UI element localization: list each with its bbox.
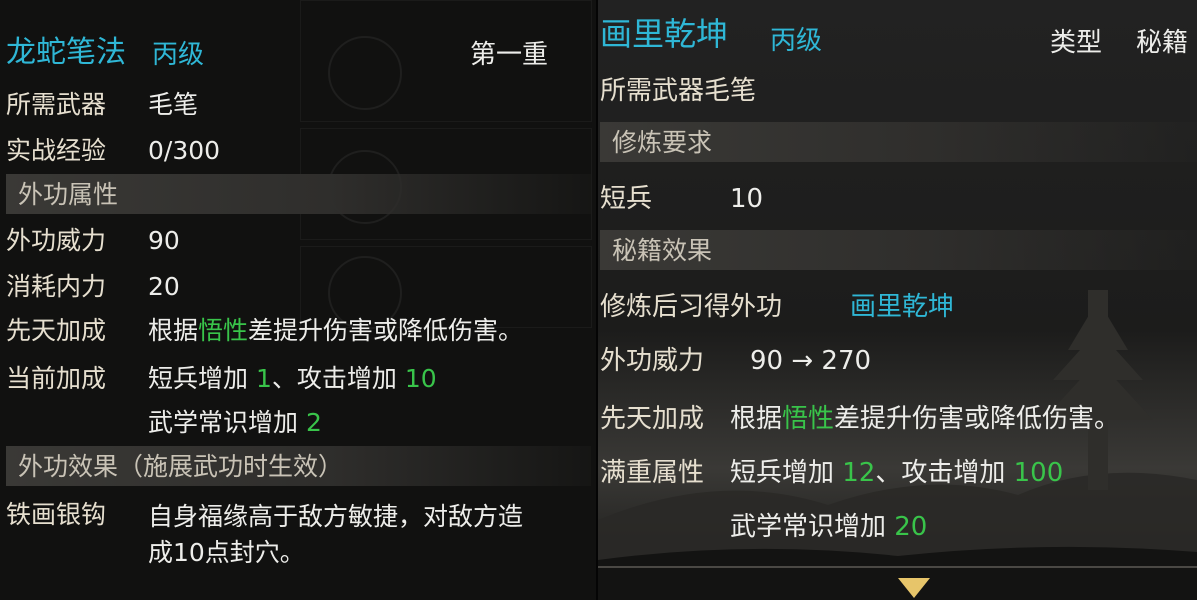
cost-value: 20 [148, 272, 180, 301]
innate-stat: 悟性 [198, 316, 249, 345]
bonus-text: 武学常识增加 [148, 408, 306, 437]
weapon-value: 毛笔 [148, 90, 199, 119]
skill-detail-panel: 龙蛇笔法 丙级 第一重 所需武器 毛笔 实战经验 0/300 外功属性 外功威力… [0, 0, 598, 600]
section-title: 修炼要求 [612, 128, 713, 157]
type-value: 秘籍 [1136, 28, 1189, 58]
effect-description: 自身福缘高于敌方敏捷，对敌方造 [148, 502, 524, 531]
bonus-value: 100 [1013, 458, 1064, 488]
innate-stat: 悟性 [782, 404, 835, 434]
full-attr-line: 短兵增加 12、攻击增加 100 [730, 460, 1063, 486]
power-value: 90 [148, 226, 180, 255]
bonus-text: 、攻击增加 [875, 458, 1014, 488]
innate-text: 差提升伤害或降低伤害。 [248, 316, 524, 345]
bonus-text: 武学常识增加 [730, 512, 895, 542]
skill-grade: 丙级 [152, 40, 205, 70]
bonus-text: 短兵增加 [148, 364, 256, 393]
innate-description: 根据悟性差提升伤害或降低伤害。 [148, 318, 523, 343]
learn-label: 修炼后习得外功 [600, 292, 783, 322]
req-label: 短兵 [600, 184, 653, 214]
current-bonus-label: 当前加成 [6, 364, 107, 393]
section-title: 外功效果（施展武功时生效） [18, 452, 344, 481]
bonus-value: 20 [894, 512, 928, 542]
effect-description: 成10点封穴。 [148, 538, 305, 567]
bonus-value: 2 [305, 408, 322, 437]
exp-value: 0/300 [148, 136, 221, 165]
power-label: 外功威力 [600, 346, 705, 376]
bonus-text: 短兵增加 [730, 458, 843, 488]
section-header-manual-effect: 秘籍效果 [600, 230, 1197, 270]
manual-grade: 丙级 [770, 26, 823, 56]
weapon-label: 所需武器 [6, 90, 107, 119]
section-title: 外功属性 [18, 180, 119, 209]
req-value: 10 [730, 184, 764, 214]
type-label: 类型 [1050, 28, 1103, 58]
bonus-value: 12 [842, 458, 876, 488]
bonus-value: 10 [404, 364, 437, 393]
manual-title: 画里乾坤 [600, 15, 729, 53]
section-title: 秘籍效果 [612, 236, 713, 265]
weapon-requirement: 所需武器毛笔 [600, 76, 757, 106]
innate-label: 先天加成 [6, 316, 107, 345]
scroll-down-arrow-icon[interactable] [898, 578, 930, 598]
full-attr-label: 满重属性 [600, 458, 705, 488]
power-label: 外功威力 [6, 226, 107, 255]
power-value: 90 → 270 [750, 346, 872, 376]
background-ring [328, 36, 402, 110]
innate-description: 根据悟性差提升伤害或降低伤害。 [730, 406, 1120, 432]
current-bonus-line: 短兵增加 1、攻击增加 10 [148, 366, 437, 391]
bonus-value: 1 [255, 364, 272, 393]
exp-label: 实战经验 [6, 136, 107, 165]
full-attr-line: 武学常识增加 20 [730, 514, 927, 540]
section-header-effect: 外功效果（施展武功时生效） [6, 446, 591, 486]
learn-skill-link[interactable]: 画里乾坤 [850, 294, 954, 320]
manual-detail-panel: 画里乾坤 丙级 类型 秘籍 所需武器毛笔 修炼要求 短兵 10 秘籍效果 修炼后… [598, 0, 1197, 600]
skill-title: 龙蛇笔法 [6, 35, 126, 70]
bonus-text: 、攻击增加 [271, 364, 405, 393]
skill-tier: 第一重 [470, 40, 549, 70]
innate-text: 差提升伤害或降低伤害。 [834, 404, 1121, 434]
innate-text: 根据 [730, 404, 783, 434]
cost-label: 消耗内力 [6, 272, 107, 301]
scroll-track [598, 566, 1197, 568]
effect-name: 铁画银钩 [6, 500, 107, 529]
current-bonus-line: 武学常识增加 2 [148, 410, 322, 435]
section-header-requirements: 修炼要求 [600, 122, 1197, 162]
innate-text: 根据 [148, 316, 199, 345]
innate-label: 先天加成 [600, 404, 705, 434]
section-header-attributes: 外功属性 [6, 174, 591, 214]
